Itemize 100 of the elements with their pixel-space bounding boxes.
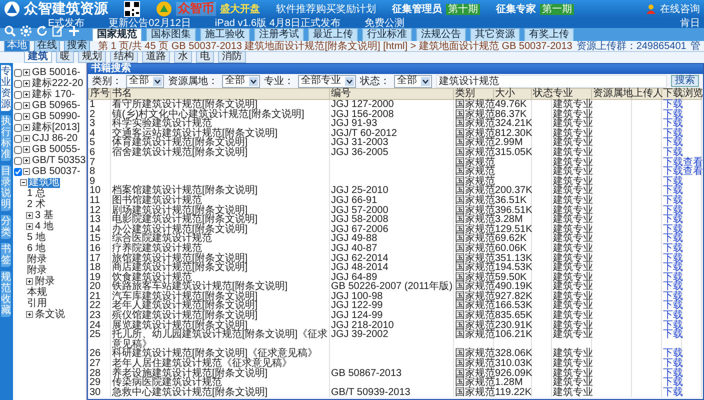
plus-box-icon[interactable]: [26, 278, 33, 285]
tree-item[interactable]: 2 术: [26, 200, 46, 210]
column-header[interactable]: 资源属地: [592, 88, 632, 100]
tree-item[interactable]: GB 50055-: [31, 144, 82, 154]
download-link[interactable]: 下载: [663, 119, 683, 129]
side-tab[interactable]: 专业资源: [1, 65, 11, 111]
tree-item[interactable]: GB 50990-: [31, 112, 82, 122]
tree-item[interactable]: GB/T 50353: [31, 156, 86, 166]
checkbox[interactable]: [14, 90, 22, 98]
minus-box-icon[interactable]: [23, 168, 30, 175]
tree-item[interactable]: 附录: [26, 254, 48, 264]
news-item[interactable]: 免费公测: [364, 18, 405, 28]
news-item[interactable]: 更新公告02月12日: [108, 18, 191, 28]
download-link[interactable]: 下载: [663, 196, 683, 206]
column-header[interactable]: 状态: [532, 88, 552, 100]
checkbox[interactable]: [14, 134, 22, 142]
checkbox[interactable]: [14, 124, 22, 132]
download-link[interactable]: 下载: [663, 330, 683, 340]
tree-item[interactable]: 6 地: [26, 244, 46, 254]
plus-box-icon[interactable]: [23, 102, 30, 109]
tree-item[interactable]: 条文说: [34, 310, 66, 320]
download-link[interactable]: 下载: [663, 263, 683, 273]
view-link[interactable]: 查看: [683, 158, 703, 168]
discipline-tab[interactable]: 建筑: [24, 51, 52, 63]
download-link[interactable]: 下载: [663, 378, 683, 388]
promo-text[interactable]: 软件推荐购买奖励计划: [276, 4, 376, 14]
discipline-tab[interactable]: 暖: [56, 51, 74, 63]
search-icon[interactable]: [4, 25, 16, 37]
tree-item[interactable]: 建标 170-: [31, 90, 76, 100]
filter-select[interactable]: 全部: [222, 74, 260, 88]
consult-link[interactable]: 在线咨询: [660, 4, 700, 14]
plus-box-icon[interactable]: [23, 69, 30, 76]
tree-item[interactable]: 建标[2013]: [31, 122, 81, 132]
filter-select[interactable]: 全部: [126, 74, 164, 88]
settings-icon[interactable]: [20, 25, 32, 37]
plus-box-icon[interactable]: [23, 80, 30, 87]
download-link[interactable]: 下载: [663, 311, 683, 321]
plus-box-icon[interactable]: [23, 113, 30, 120]
download-link[interactable]: 下载: [663, 388, 683, 398]
tree-item[interactable]: 3 基: [34, 210, 54, 220]
minus-box-icon[interactable]: [20, 179, 27, 186]
recruit-link[interactable]: 征集管理员: [392, 4, 442, 14]
checkbox[interactable]: [14, 112, 22, 120]
tree-item[interactable]: 本规: [26, 288, 48, 298]
checkbox[interactable]: [14, 102, 22, 110]
tree-item[interactable]: 附录: [34, 276, 56, 286]
tree-item[interactable]: 附录: [26, 266, 48, 276]
tree-item[interactable]: 建标222-20: [31, 78, 84, 88]
checkbox[interactable]: [14, 80, 22, 88]
column-header[interactable]: 大小: [494, 88, 532, 100]
column-header[interactable]: 浏览: [682, 88, 702, 100]
tree-item[interactable]: 1 总: [26, 188, 46, 198]
plus-box-icon[interactable]: [23, 91, 30, 98]
download-link[interactable]: 下载: [663, 206, 683, 216]
plus-box-icon[interactable]: [26, 212, 33, 219]
download-link[interactable]: 下载: [663, 215, 683, 225]
download-link[interactable]: 下载: [663, 176, 683, 186]
download-link[interactable]: 下载: [663, 138, 683, 148]
category-tab[interactable]: 行业标准: [362, 28, 412, 41]
column-header[interactable]: 编号: [330, 88, 454, 100]
source-button[interactable]: 搜索: [64, 40, 90, 52]
download-link[interactable]: 下载: [663, 368, 683, 378]
category-tab[interactable]: 有奖上传: [524, 28, 574, 41]
column-header[interactable]: 上传人: [632, 88, 662, 100]
download-link[interactable]: 下载: [663, 158, 683, 168]
tree-item[interactable]: CJJ 86-20: [31, 134, 79, 144]
download-link[interactable]: 下载: [663, 148, 683, 158]
news-item[interactable]: iPad v1.6版 4月8日正式发布: [214, 18, 341, 28]
discipline-tab[interactable]: 电: [196, 51, 214, 63]
category-tab[interactable]: 施工验收: [200, 28, 250, 41]
column-header[interactable]: 专业: [552, 88, 592, 100]
plus-box-icon[interactable]: [23, 124, 30, 131]
plus-box-icon[interactable]: [26, 311, 33, 318]
discipline-tab[interactable]: 消防: [218, 51, 246, 63]
category-tab[interactable]: 最近上传: [308, 28, 358, 41]
checkbox[interactable]: [14, 68, 22, 76]
refresh-icon[interactable]: [36, 25, 48, 37]
tree-item[interactable]: 5 地: [26, 232, 46, 242]
tree-item[interactable]: GB 50037-: [31, 166, 82, 176]
download-link[interactable]: 下载: [663, 292, 683, 302]
discipline-tab[interactable]: 水: [174, 51, 192, 63]
plus-box-icon[interactable]: [23, 135, 30, 142]
search-button[interactable]: 搜索: [671, 75, 699, 87]
tree-item[interactable]: 4 地: [34, 222, 54, 232]
category-tab[interactable]: 其它资源: [470, 28, 520, 41]
discipline-tab[interactable]: 结构: [110, 51, 138, 63]
column-header[interactable]: 序号: [88, 88, 110, 100]
download-link[interactable]: 下载: [663, 167, 683, 177]
checkbox[interactable]: [14, 146, 22, 154]
tree-item[interactable]: GB 50965-: [31, 100, 82, 110]
checkbox[interactable]: [14, 168, 22, 176]
menu-label[interactable]: 管: [690, 40, 700, 52]
column-header[interactable]: 书名: [110, 88, 330, 100]
category-tab[interactable]: 注册考试: [254, 28, 304, 41]
download-link[interactable]: 下载: [663, 224, 683, 234]
category-tab[interactable]: 国家规范: [92, 28, 142, 41]
column-header[interactable]: 类别: [454, 88, 494, 100]
view-link[interactable]: 查看: [683, 167, 703, 177]
download-link[interactable]: 下载: [663, 272, 683, 282]
download-link[interactable]: 下载: [663, 320, 683, 330]
